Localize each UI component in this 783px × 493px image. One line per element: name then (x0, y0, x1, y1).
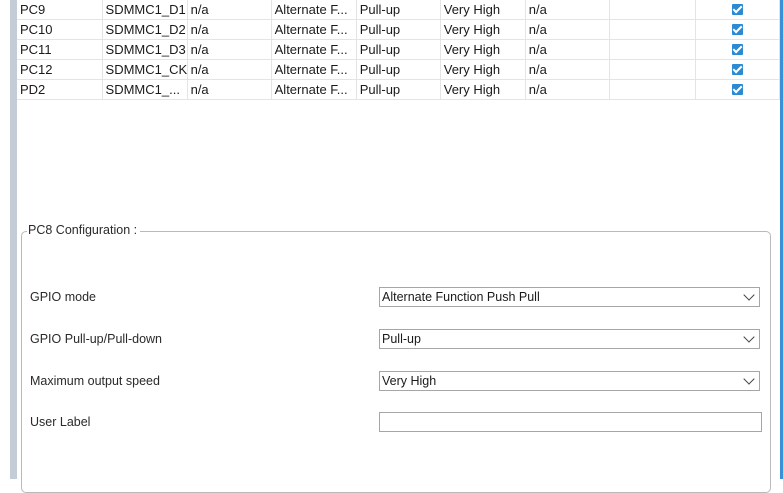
chevron-down-icon (743, 289, 755, 301)
cell-speed: Very High (440, 39, 526, 60)
cell-speed: Very High (440, 59, 526, 80)
cell-output-level: n/a (187, 39, 272, 60)
cell-speed: Very High (440, 19, 526, 40)
cell-fast-mode: n/a (525, 79, 610, 100)
cell-pin: PD2 (17, 79, 103, 100)
table-row[interactable]: PD2 SDMMC1_... n/a Alternate F... Pull-u… (17, 79, 781, 100)
table-row[interactable]: PC9 SDMMC1_D1 n/a Alternate F... Pull-up… (17, 0, 781, 20)
cell-gpio-mode: Alternate F... (271, 79, 357, 100)
cell-pin: PC11 (17, 39, 103, 60)
gpio-mode-label: GPIO mode (30, 290, 96, 304)
checked-checkbox-icon[interactable] (731, 24, 743, 36)
cell-output-level: n/a (187, 79, 272, 100)
cell-modified[interactable] (695, 0, 781, 20)
cell-pull: Pull-up (356, 59, 441, 80)
speed-value: Very High (382, 374, 437, 388)
pull-value: Pull-up (382, 332, 421, 346)
left-panel-rail (0, 0, 17, 479)
cell-fast-mode: n/a (525, 0, 610, 20)
cell-user-label (609, 39, 696, 60)
cell-modified[interactable] (695, 59, 781, 80)
cell-signal: SDMMC1_... (102, 79, 188, 100)
cell-gpio-mode: Alternate F... (271, 19, 357, 40)
cell-fast-mode: n/a (525, 19, 610, 40)
cell-speed: Very High (440, 0, 526, 20)
cell-modified[interactable] (695, 39, 781, 60)
cell-fast-mode: n/a (525, 39, 610, 60)
cell-output-level: n/a (187, 59, 272, 80)
cell-gpio-mode: Alternate F... (271, 59, 357, 80)
cell-output-level: n/a (187, 19, 272, 40)
chevron-down-icon (743, 373, 755, 385)
cell-signal: SDMMC1_D2 (102, 19, 188, 40)
speed-label: Maximum output speed (30, 374, 160, 388)
speed-select[interactable]: Very High (379, 371, 760, 391)
config-group-title: PC8 Configuration : (27, 223, 141, 237)
cell-modified[interactable] (695, 79, 781, 100)
checked-checkbox-icon[interactable] (731, 44, 743, 56)
cell-pin: PC12 (17, 59, 103, 80)
cell-gpio-mode: Alternate F... (271, 39, 357, 60)
user-label-label: User Label (30, 415, 91, 429)
cell-signal: SDMMC1_D3 (102, 39, 188, 60)
cell-signal: SDMMC1_D1 (102, 0, 188, 20)
cell-user-label (609, 79, 696, 100)
cell-pull: Pull-up (356, 19, 441, 40)
cell-user-label (609, 0, 696, 20)
pull-select[interactable]: Pull-up (379, 329, 760, 349)
cell-user-label (609, 19, 696, 40)
checked-checkbox-icon[interactable] (731, 84, 743, 96)
cell-user-label (609, 59, 696, 80)
checked-checkbox-icon[interactable] (731, 4, 743, 16)
table-row[interactable]: PC11 SDMMC1_D3 n/a Alternate F... Pull-u… (17, 39, 781, 60)
cell-pull: Pull-up (356, 0, 441, 20)
cell-pull: Pull-up (356, 79, 441, 100)
cell-output-level: n/a (187, 0, 272, 20)
pin-configuration-table: PC9 SDMMC1_D1 n/a Alternate F... Pull-up… (17, 0, 781, 100)
pull-label: GPIO Pull-up/Pull-down (30, 332, 163, 346)
cell-gpio-mode: Alternate F... (271, 0, 357, 20)
cell-fast-mode: n/a (525, 59, 610, 80)
cell-signal: SDMMC1_CK (102, 59, 188, 80)
chevron-down-icon (743, 331, 755, 343)
table-row[interactable]: PC10 SDMMC1_D2 n/a Alternate F... Pull-u… (17, 19, 781, 40)
user-label-input[interactable] (379, 412, 762, 432)
cell-pull: Pull-up (356, 39, 441, 60)
pin-config-group (21, 231, 771, 493)
table-row[interactable]: PC12 SDMMC1_CK n/a Alternate F... Pull-u… (17, 59, 781, 80)
gpio-mode-select[interactable]: Alternate Function Push Pull (379, 287, 760, 307)
cell-pin: PC9 (17, 0, 103, 20)
checked-checkbox-icon[interactable] (731, 64, 743, 76)
cell-pin: PC10 (17, 19, 103, 40)
cell-speed: Very High (440, 79, 526, 100)
gpio-mode-value: Alternate Function Push Pull (382, 290, 540, 304)
cell-modified[interactable] (695, 19, 781, 40)
